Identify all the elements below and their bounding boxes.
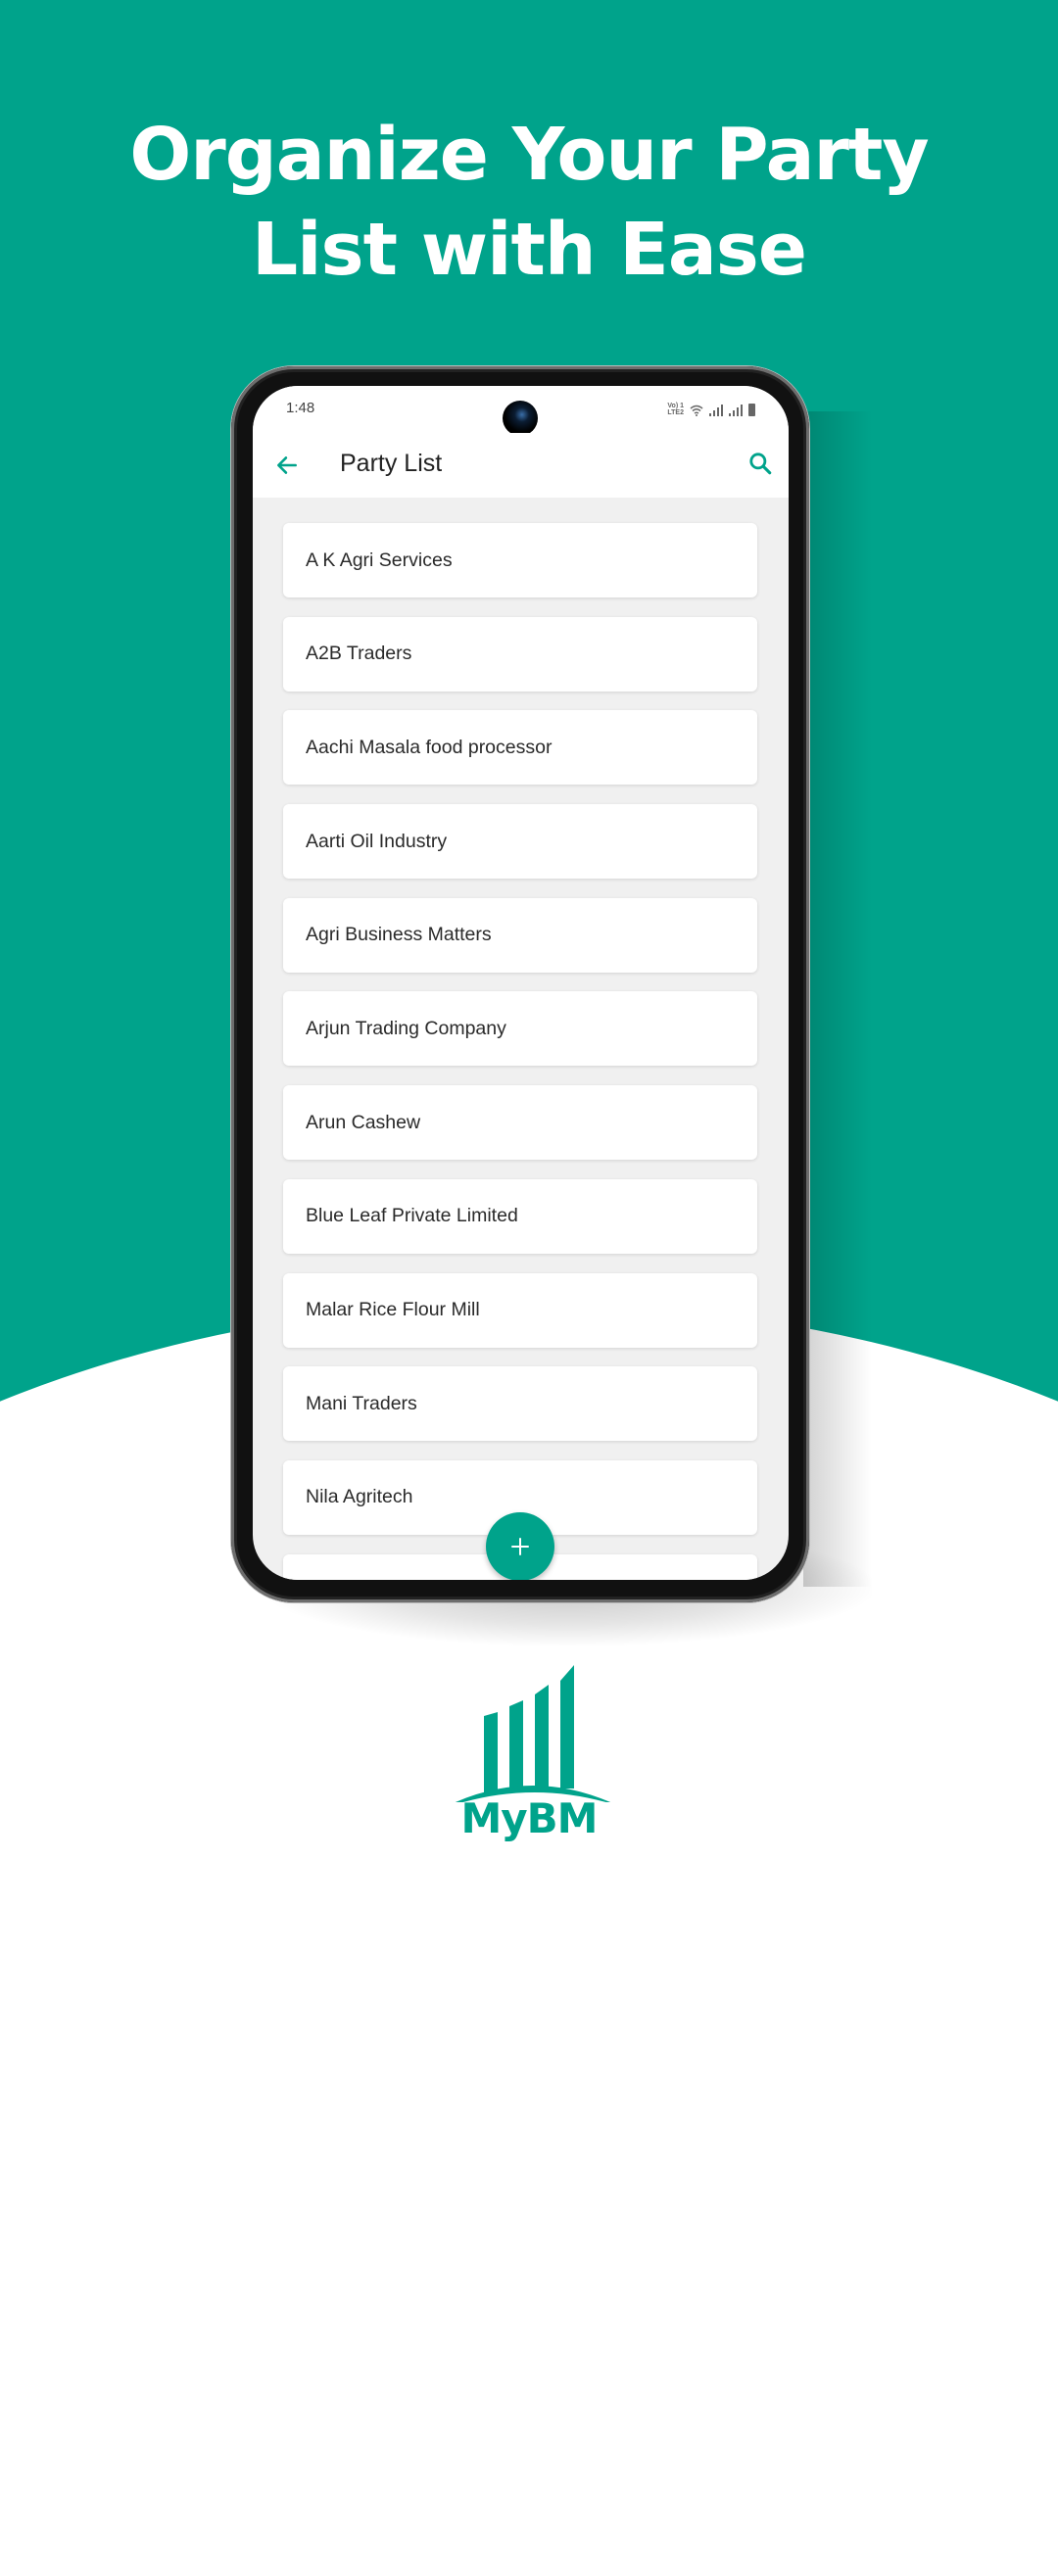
party-list-item[interactable]: Agri Business Matters (283, 897, 757, 973)
logo-text: MyBM (460, 1794, 599, 1842)
party-list-item[interactable]: Malar Rice Flour Mill (283, 1272, 757, 1348)
headline-line-1: Organize Your Party (129, 113, 929, 197)
party-name: Aachi Masala food processor (306, 736, 553, 758)
party-name: Mani Traders (306, 1392, 417, 1414)
mybm-logo: MyBM (431, 1665, 627, 1851)
party-list-item[interactable]: Arjun Trading Company (283, 991, 757, 1067)
page-title: Party List (340, 450, 443, 477)
status-time: 1:48 (286, 400, 315, 416)
phone-side-shadow (803, 411, 872, 1587)
party-name: Agri Business Matters (306, 924, 492, 946)
signal-icon-sim1 (709, 405, 723, 416)
status-icons: Vo) 1 LTE2 (667, 401, 755, 416)
party-list-item[interactable]: A K Agri Services (283, 523, 757, 597)
volte-icon: Vo) 1 LTE2 (667, 403, 684, 416)
phone-screen: 1:48 Vo) 1 LTE2 Party List A K Agri Serv… (253, 386, 789, 1580)
phone-mockup: 1:48 Vo) 1 LTE2 Party List A K Agri Serv… (231, 366, 809, 1602)
party-name: A2B Traders (306, 643, 412, 665)
party-list-item[interactable]: Arun Cashew (283, 1085, 757, 1161)
status-bar: 1:48 Vo) 1 LTE2 (253, 386, 789, 436)
party-list-item[interactable]: Blue Leaf Private Limited (283, 1178, 757, 1254)
party-list-item[interactable]: Aarti Oil Industry (283, 804, 757, 880)
wifi-icon (690, 405, 703, 416)
volte-label: Vo) 1 (667, 403, 684, 409)
party-list: A K Agri Services A2B Traders Aachi Masa… (283, 523, 757, 1580)
lte-label: LTE2 (667, 409, 684, 416)
arrow-left-icon[interactable] (274, 453, 300, 478)
headline: Organize Your Party List with Ease (0, 108, 1058, 298)
app-bar: Party List (253, 433, 789, 498)
party-name: Aarti Oil Industry (306, 830, 448, 852)
party-name: Malar Rice Flour Mill (306, 1299, 480, 1320)
party-name: Arjun Trading Company (306, 1017, 506, 1039)
search-icon[interactable] (747, 451, 773, 476)
party-name: Nila Agritech (306, 1486, 413, 1508)
party-list-item[interactable]: Aachi Masala food processor (283, 710, 757, 786)
front-camera (503, 401, 538, 436)
plus-icon (511, 1538, 529, 1555)
add-party-button[interactable] (486, 1512, 554, 1580)
bar-chart-growth-icon (439, 1665, 619, 1810)
headline-line-2: List with Ease (252, 208, 807, 292)
signal-icon-sim2 (729, 405, 743, 416)
party-name: Arun Cashew (306, 1111, 421, 1133)
battery-icon (748, 404, 755, 416)
party-name: A K Agri Services (306, 549, 453, 571)
party-list-item[interactable]: A2B Traders (283, 616, 757, 692)
party-name: Blue Leaf Private Limited (306, 1205, 518, 1227)
party-list-item[interactable]: Mani Traders (283, 1366, 757, 1442)
